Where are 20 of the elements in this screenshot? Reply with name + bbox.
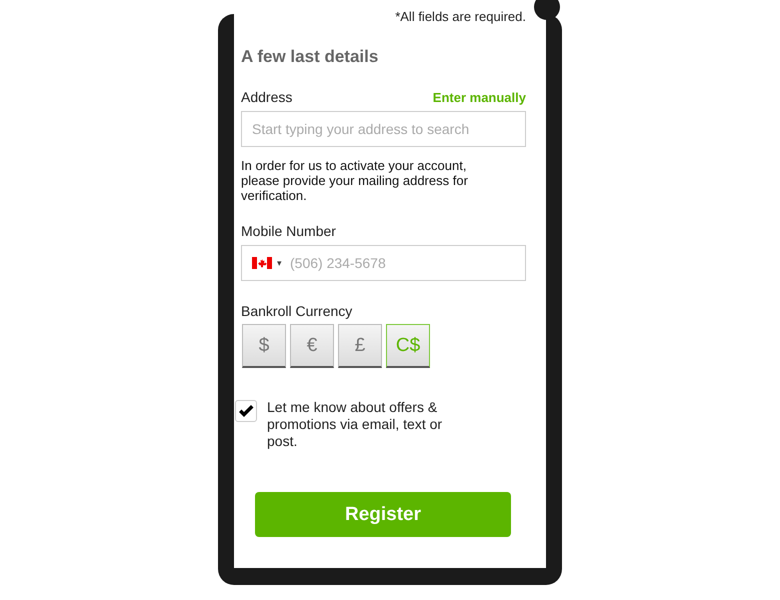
country-picker[interactable]: ▾ (252, 257, 282, 269)
field-label: Bankroll Currency (241, 303, 352, 319)
section-heading: A few last details (241, 47, 380, 67)
check-icon (238, 404, 254, 418)
field-label: Mobile Number (241, 223, 336, 239)
help-text: In order for us to activate your account, please provide your mailing address for verification. (241, 158, 469, 203)
required-note: *All fields are required. (394, 10, 526, 24)
address-field[interactable]: Start typing your address to search (241, 111, 526, 147)
offers-checkbox[interactable] (235, 400, 257, 422)
offers-label: Let me know about offers & promotions via email, text or post. (267, 399, 444, 450)
currency-button[interactable]: $ (242, 324, 286, 368)
enter-manually-link[interactable]: Enter manually (432, 90, 526, 105)
field-label: Address (241, 89, 292, 105)
close-button[interactable] (534, 0, 560, 20)
register-button[interactable]: Register (255, 492, 511, 537)
flag-icon (252, 257, 272, 269)
currency-button[interactable]: £ (338, 324, 382, 368)
currency-button[interactable]: € (290, 324, 334, 368)
currency-button[interactable]: C$ (386, 324, 430, 368)
phone-field[interactable]: ▾ (506) 234-5678 (241, 245, 526, 281)
